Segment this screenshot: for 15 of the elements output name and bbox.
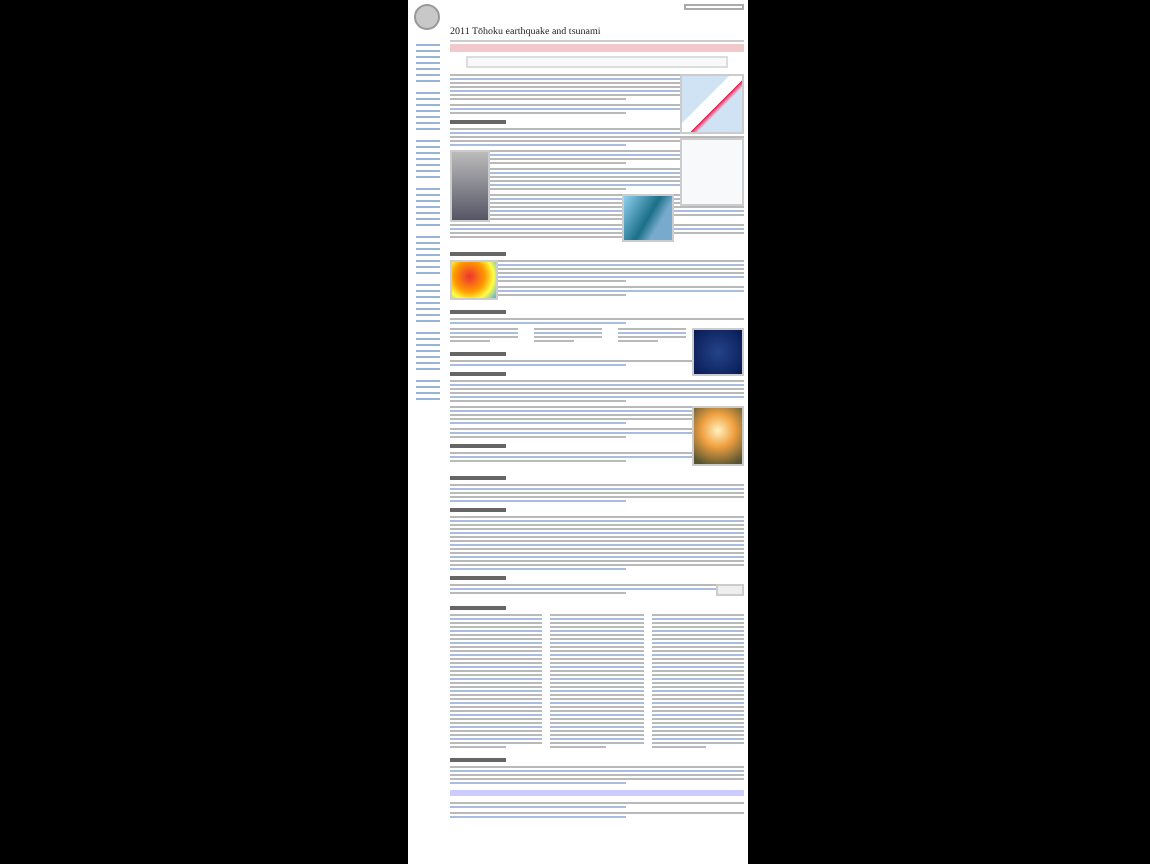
search-field[interactable] [684,4,744,10]
illegible-paragraph [450,614,543,748]
tsunami-heatmap-drawing [450,260,498,300]
globe-logo-icon[interactable] [414,4,440,30]
illegible-paragraph [534,328,602,342]
illegible-paragraph [618,328,686,342]
japan-map-drawing [680,74,744,134]
photo-placeholder [450,150,490,222]
project-links-box [716,584,744,596]
illegible-paragraph [450,328,518,342]
illegible-paragraph [550,614,644,748]
photo-placeholder [692,406,744,466]
globe-map-drawing [692,328,744,376]
coastline-map-drawing [622,194,674,242]
illegible-paragraph [651,614,744,748]
